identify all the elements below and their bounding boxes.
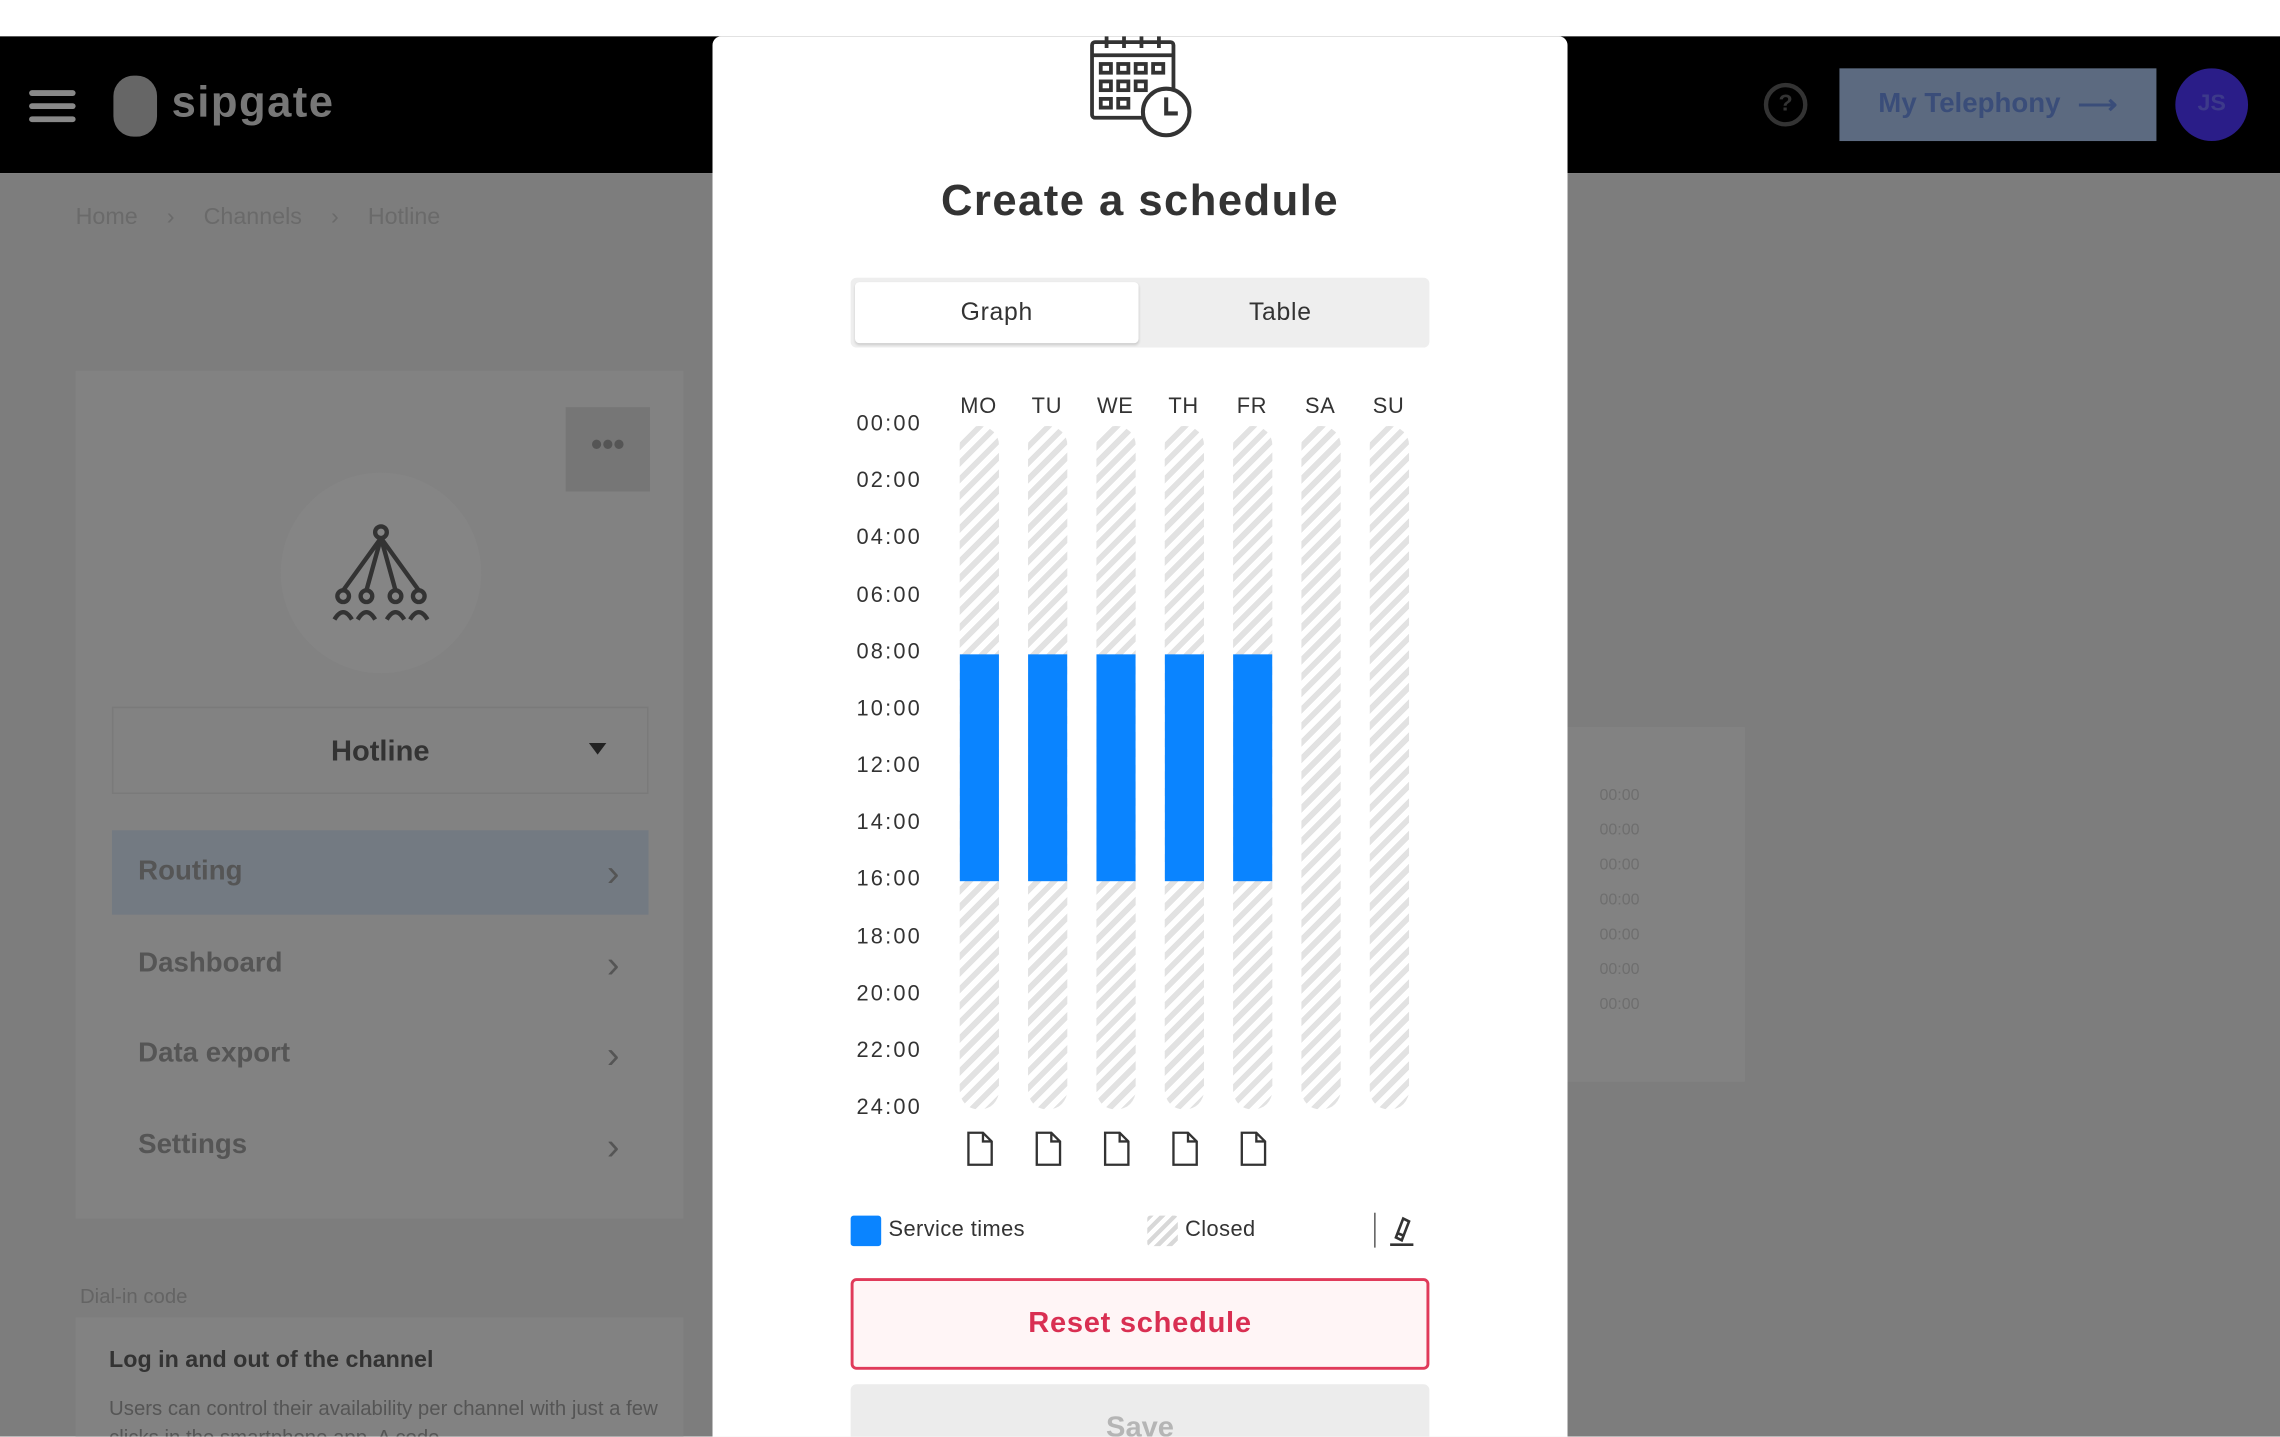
help-icon[interactable]: ? [1763, 82, 1808, 127]
preview-time: 00:00 [1599, 961, 1640, 979]
day-column-su[interactable] [1369, 426, 1410, 1110]
time-label: 06:00 [856, 582, 922, 608]
chevron-right-icon: › [606, 850, 620, 895]
service-times-legend: Service times [888, 1217, 1026, 1242]
schedule-modal: Create a schedule Graph Table 00:00 02:00… [712, 36, 1568, 1437]
day-column-tu[interactable] [1028, 426, 1068, 1110]
copy-day-icon[interactable] [1102, 1130, 1131, 1168]
breadcrumb-hotline: Hotline [367, 205, 441, 230]
chevron-right-icon: › [606, 1124, 620, 1168]
breadcrumb-separator: › [166, 205, 175, 230]
service-time-block[interactable] [1096, 653, 1136, 882]
day-column-mo[interactable] [959, 426, 999, 1110]
day-column-th[interactable] [1164, 426, 1204, 1110]
modal-title: Create a schedule [940, 177, 1340, 226]
menu-icon[interactable] [29, 90, 76, 123]
preview-time: 00:00 [1599, 926, 1640, 944]
dial-in-label: Dial-in code [79, 1283, 188, 1308]
time-label: 00:00 [856, 411, 922, 437]
day-label-tu: TU [1031, 394, 1063, 419]
breadcrumb: Home › Channels › Hotline [76, 205, 441, 231]
time-label: 04:00 [856, 525, 922, 551]
time-label: 16:00 [856, 867, 922, 892]
copy-day-icon[interactable] [966, 1130, 995, 1168]
copy-day-icon[interactable] [1239, 1130, 1268, 1168]
login-card-description: Users can control their availability per… [109, 1395, 658, 1437]
time-label: 02:00 [856, 468, 922, 494]
avatar[interactable]: JS [2175, 68, 2249, 142]
arrow-right-icon: ⟶ [2077, 89, 2118, 120]
tab-graph[interactable]: Graph [855, 282, 1139, 344]
nav-dashboard-label: Dashboard [138, 948, 283, 979]
service-times-swatch [850, 1215, 882, 1247]
closed-swatch [1147, 1215, 1178, 1247]
copy-day-icon[interactable] [1034, 1130, 1063, 1168]
day-column-we[interactable] [1096, 426, 1136, 1110]
logo-icon [113, 75, 158, 137]
service-time-block[interactable] [1164, 653, 1204, 882]
service-time-block[interactable] [1233, 653, 1273, 882]
breadcrumb-channels[interactable]: Channels [204, 205, 302, 231]
eraser-icon[interactable] [1387, 1214, 1416, 1249]
chevron-right-icon: › [606, 942, 620, 986]
time-label: 20:00 [856, 981, 922, 1006]
my-telephony-button[interactable]: My Telephony ⟶ [1839, 68, 2157, 142]
my-telephony-label: My Telephony [1878, 88, 2061, 120]
nav-settings-label: Settings [138, 1129, 248, 1161]
nav-dashboard[interactable]: Dashboard › [112, 922, 649, 1006]
nav-data-export[interactable]: Data export › [112, 1012, 649, 1096]
legend-divider [1374, 1212, 1376, 1248]
breadcrumb-home[interactable]: Home [76, 205, 138, 231]
channel-tree-icon [332, 524, 430, 621]
save-button[interactable]: Save [850, 1384, 1430, 1437]
nav-data-export-label: Data export [138, 1038, 291, 1069]
schedule-preview-card [1555, 727, 1745, 1082]
logo-text: sipgate [171, 78, 335, 127]
preview-time: 00:00 [1599, 891, 1640, 909]
preview-time: 00:00 [1599, 821, 1640, 840]
breadcrumb-separator: › [330, 205, 339, 230]
time-label: 14:00 [856, 810, 922, 835]
preview-time: 00:00 [1599, 996, 1640, 1014]
time-label: 22:00 [856, 1037, 922, 1063]
calendar-clock-icon [1090, 36, 1192, 138]
nav-routing-label: Routing [138, 856, 243, 888]
nav-routing[interactable]: Routing › [111, 830, 649, 915]
time-label: 10:00 [856, 696, 922, 721]
login-card-title: Log in and out of the channel [109, 1347, 434, 1373]
day-column-fr[interactable] [1233, 426, 1273, 1110]
service-time-block[interactable] [1028, 653, 1068, 882]
screen: sipgate ? My Telephony ⟶ JS Home › Chann… [0, 0, 2280, 1437]
channel-select[interactable]: Hotline [111, 706, 649, 794]
service-time-block[interactable] [959, 653, 999, 882]
closed-legend: Closed [1185, 1217, 1256, 1242]
reset-schedule-button[interactable]: Reset schedule [850, 1278, 1430, 1370]
day-label-sa: SA [1305, 394, 1336, 419]
time-label: 12:00 [856, 753, 922, 778]
view-toggle: Graph Table [850, 277, 1430, 348]
day-label-we: WE [1096, 394, 1134, 419]
day-column-sa[interactable] [1301, 426, 1341, 1110]
day-label-mo: MO [960, 394, 997, 419]
day-label-fr: FR [1236, 394, 1268, 419]
nav-settings[interactable]: Settings › [112, 1104, 649, 1188]
time-label: 24:00 [856, 1094, 922, 1120]
day-label-su: SU [1372, 394, 1405, 419]
more-options-button[interactable]: ••• [565, 407, 650, 492]
preview-time: 00:00 [1599, 786, 1640, 805]
tab-table[interactable]: Table [1139, 282, 1423, 343]
time-label: 08:00 [856, 639, 922, 665]
chevron-down-icon [588, 743, 607, 755]
day-label-th: TH [1168, 394, 1199, 419]
time-label: 18:00 [856, 924, 922, 949]
preview-time: 00:00 [1599, 856, 1640, 874]
copy-day-icon[interactable] [1171, 1130, 1200, 1168]
chevron-right-icon: › [606, 1032, 620, 1077]
